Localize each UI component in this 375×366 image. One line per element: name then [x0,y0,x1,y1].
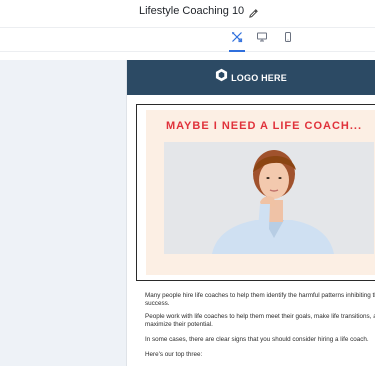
email-preview[interactable]: LOGO HERE MAYBE I NEED A LIFE COACH... M… [127,60,375,366]
document-title[interactable]: Lifestyle Coaching 10 [139,5,244,17]
title-area: Lifestyle Coaching 10 [139,5,259,18]
email-header[interactable]: LOGO HERE [127,60,375,95]
body-paragraph[interactable]: People work with life coaches to help th… [145,313,375,329]
monitor-icon [256,30,268,48]
smartphone-icon [282,30,294,48]
body-paragraph[interactable]: In some cases, there are clear signs tha… [145,336,375,344]
desktop-preview-button[interactable] [254,31,270,47]
mobile-preview-button[interactable] [280,31,296,47]
hero-block[interactable]: MAYBE I NEED A LIFE COACH... [136,104,375,281]
brush-ruler-icon [231,30,243,48]
design-mode-button[interactable] [229,30,245,52]
view-mode-bar [0,28,375,52]
body-paragraph[interactable]: Many people hire life coaches to help th… [145,292,375,308]
logo: LOGO HERE [215,68,287,87]
hero-image-thinking-woman[interactable] [164,142,374,254]
email-editor: Lifestyle Coaching 10 LOGO HERE MAYBE I … [0,0,375,366]
canvas-side-panel [0,60,126,366]
pencil-icon[interactable] [248,6,259,18]
hexagon-logo-icon [215,68,228,87]
body-paragraph[interactable]: Here's our top three: [145,351,375,359]
top-bar: Lifestyle Coaching 10 [0,0,375,28]
logo-text: LOGO HERE [231,72,287,83]
hero-title: MAYBE I NEED A LIFE COACH... [165,120,363,132]
